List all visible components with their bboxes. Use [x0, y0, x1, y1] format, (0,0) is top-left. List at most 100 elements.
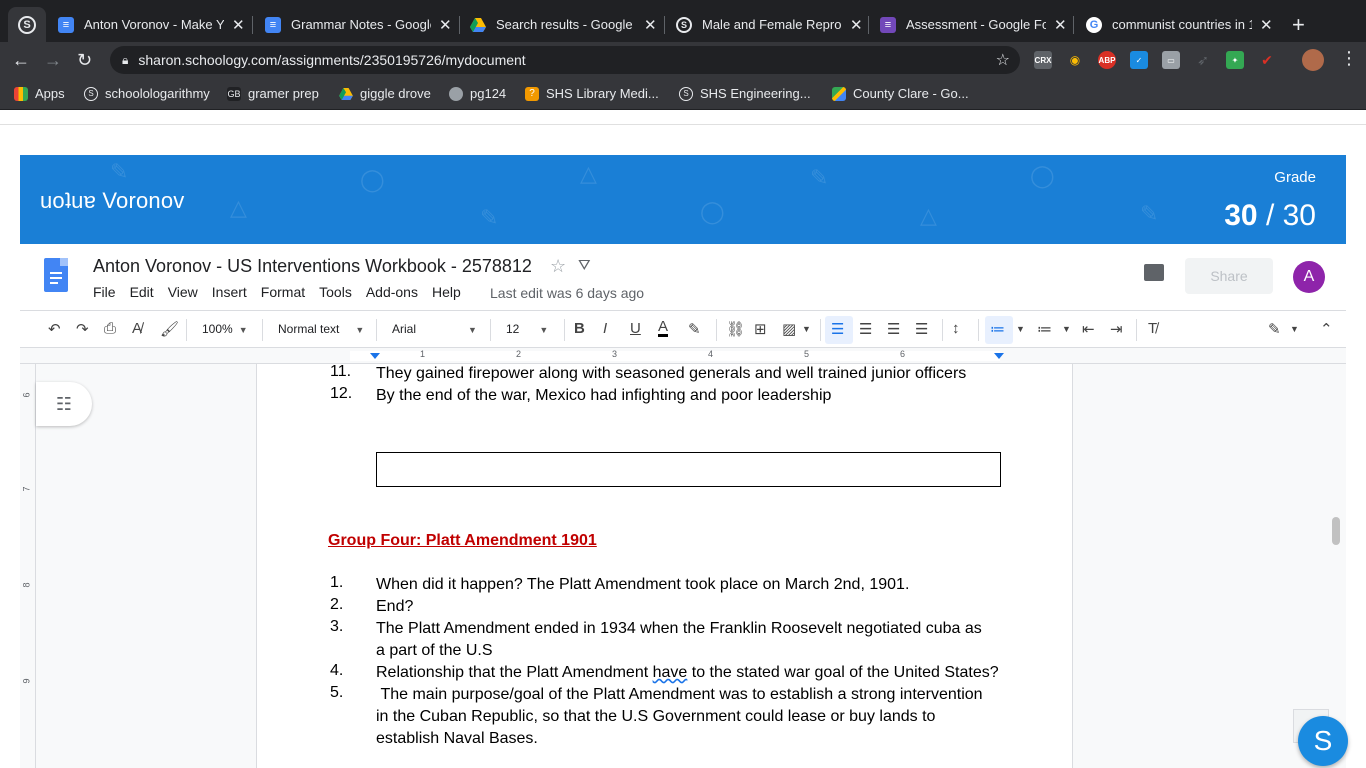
- reload-icon[interactable]: ↻: [77, 50, 92, 71]
- adblock-extension-icon[interactable]: ABP: [1098, 51, 1116, 69]
- bookmark-pg124[interactable]: pg124: [449, 86, 506, 101]
- print-icon[interactable]: ⎙: [104, 320, 116, 337]
- bookmark-county-clare[interactable]: County Clare - Go...: [832, 86, 969, 101]
- avatar[interactable]: A: [1293, 261, 1325, 293]
- menu-edit[interactable]: Edit: [130, 284, 154, 300]
- numbered-list-icon[interactable]: ≔: [990, 320, 1005, 338]
- line-spacing-icon[interactable]: ↕: [952, 320, 960, 337]
- docs-header: Anton Voronov - US Interventions Workboo…: [20, 244, 1346, 308]
- docs-logo-icon[interactable]: [44, 258, 68, 292]
- menu-insert[interactable]: Insert: [212, 284, 247, 300]
- undo-icon[interactable]: ↶: [48, 320, 61, 338]
- close-icon[interactable]: ✕: [1054, 16, 1067, 34]
- font-size-select[interactable]: 12 ▼: [506, 322, 548, 336]
- bookmark-label: County Clare - Go...: [853, 86, 969, 101]
- collapse-toolbar-icon[interactable]: ⌃: [1320, 320, 1333, 338]
- zoom-value: 100%: [202, 322, 233, 336]
- menu-help[interactable]: Help: [432, 284, 461, 300]
- tab-communist-countries[interactable]: G communist countries in 1 ✕: [1086, 7, 1273, 42]
- menu-add-ons[interactable]: Add-ons: [366, 284, 418, 300]
- scrollbar[interactable]: [1332, 517, 1340, 545]
- crx-extension-icon[interactable]: CRX: [1034, 51, 1052, 69]
- chevron-down-icon[interactable]: ▼: [1016, 324, 1025, 334]
- chevron-down-icon[interactable]: ▼: [1290, 324, 1299, 334]
- editing-mode-icon[interactable]: ✎: [1268, 320, 1281, 338]
- chevron-down-icon[interactable]: ▼: [1062, 324, 1071, 334]
- italic-icon[interactable]: I: [603, 320, 607, 337]
- forward-arrow-icon[interactable]: →: [44, 50, 62, 71]
- spellcheck-icon[interactable]: A̸: [132, 320, 142, 337]
- bookmark-schoolologarithmy[interactable]: S schoolologarithmy: [84, 86, 210, 101]
- zoom-select[interactable]: 100% ▼: [202, 322, 248, 336]
- bookmark-shs-engineering[interactable]: S SHS Engineering...: [679, 86, 811, 101]
- bookmark-shs-library[interactable]: ? SHS Library Medi...: [525, 86, 659, 101]
- close-icon[interactable]: ✕: [850, 16, 863, 34]
- tab-grammar-notes[interactable]: ≡ Grammar Notes - Google ✕: [265, 7, 452, 42]
- bold-icon[interactable]: B: [574, 320, 585, 337]
- align-justify-icon[interactable]: ☰: [915, 320, 928, 338]
- menu-view[interactable]: View: [168, 284, 198, 300]
- clear-formatting-icon[interactable]: T̸: [1148, 320, 1157, 337]
- highlight-icon[interactable]: ✎: [688, 320, 701, 338]
- back-arrow-icon[interactable]: ←: [12, 50, 30, 71]
- comment-icon[interactable]: [1144, 264, 1164, 281]
- menu-tools[interactable]: Tools: [319, 284, 352, 300]
- tab-search-results[interactable]: Search results - Google D ✕: [470, 7, 657, 42]
- align-right-icon[interactable]: ☰: [887, 320, 900, 338]
- grammar-suggestion[interactable]: have: [653, 664, 688, 681]
- left-indent-marker[interactable]: [370, 353, 380, 359]
- align-left-icon[interactable]: ☰: [831, 320, 844, 338]
- tab-assessment[interactable]: ≡ Assessment - Google Fo ✕: [880, 7, 1067, 42]
- last-edit-link[interactable]: Last edit was 6 days ago: [490, 285, 644, 301]
- color-extension-icon[interactable]: ✦: [1226, 51, 1244, 69]
- style-select[interactable]: Normal text ▼: [278, 322, 364, 336]
- move-to-drive-icon[interactable]: ⛛: [578, 257, 591, 274]
- bookmark-gramer-prep[interactable]: GB gramer prep: [227, 86, 319, 101]
- schoology-pinned-tab[interactable]: S: [8, 7, 46, 42]
- share-button[interactable]: Share: [1185, 258, 1273, 294]
- address-bar[interactable]: 🔒︎ sharon.schoology.com/assignments/2350…: [110, 46, 1020, 74]
- close-icon[interactable]: ✕: [439, 16, 452, 34]
- decrease-indent-icon[interactable]: ⇤: [1082, 320, 1095, 338]
- increase-indent-icon[interactable]: ⇥: [1110, 320, 1123, 338]
- text-color-icon[interactable]: A: [658, 319, 669, 337]
- tab-male-female[interactable]: S Male and Female Reprod ✕: [676, 7, 863, 42]
- document-outline-icon[interactable]: ☷: [36, 382, 92, 426]
- arrow-extension-icon[interactable]: ➶: [1194, 51, 1212, 69]
- list-number: 12.: [330, 385, 353, 402]
- link-icon[interactable]: ⛓: [726, 320, 745, 338]
- insert-image-icon[interactable]: ▨: [782, 320, 796, 338]
- answer-box[interactable]: [376, 452, 1001, 487]
- profile-avatar[interactable]: [1302, 49, 1324, 71]
- star-icon[interactable]: ☆: [550, 256, 566, 277]
- new-tab-plus-icon[interactable]: +: [1292, 12, 1305, 38]
- menu-format[interactable]: Format: [261, 284, 305, 300]
- briefcase-extension-icon[interactable]: ▭: [1162, 51, 1180, 69]
- check-extension-icon[interactable]: ✔: [1258, 51, 1276, 69]
- bookmark-giggle-drove[interactable]: giggle drove: [339, 86, 431, 101]
- align-center-icon[interactable]: ☰: [859, 320, 872, 338]
- document-title[interactable]: Anton Voronov - US Interventions Workboo…: [93, 256, 532, 277]
- bookmark-label: giggle drove: [360, 86, 431, 101]
- text-segment: Relationship that the Platt Amendment: [376, 664, 653, 681]
- add-comment-icon[interactable]: ⊞: [754, 320, 767, 338]
- photo-extension-icon[interactable]: ✓: [1130, 51, 1148, 69]
- bookmark-star-icon[interactable]: ☆: [996, 50, 1010, 70]
- chevron-down-icon[interactable]: ▼: [802, 324, 811, 334]
- bookmark-apps[interactable]: Apps: [14, 86, 65, 101]
- close-icon[interactable]: ✕: [644, 16, 657, 34]
- tab-anton-voronov[interactable]: ≡ Anton Voronov - Make Yo ✕: [58, 7, 245, 42]
- underline-icon[interactable]: U: [630, 320, 641, 337]
- paint-format-icon[interactable]: 🖌︎: [160, 320, 179, 338]
- close-icon[interactable]: ✕: [1260, 16, 1273, 34]
- close-icon[interactable]: ✕: [232, 16, 245, 34]
- right-indent-marker[interactable]: [994, 353, 1004, 359]
- bulleted-list-icon[interactable]: ≔: [1037, 320, 1052, 338]
- redo-icon[interactable]: ↷: [76, 320, 89, 338]
- schoology-fab-button[interactable]: S: [1298, 716, 1348, 766]
- owl-extension-icon[interactable]: ◉: [1066, 51, 1084, 69]
- bookmark-label: gramer prep: [248, 86, 319, 101]
- menu-file[interactable]: File: [93, 284, 116, 300]
- more-vert-icon[interactable]: ⋮: [1340, 48, 1358, 69]
- font-select[interactable]: Arial ▼: [392, 322, 477, 336]
